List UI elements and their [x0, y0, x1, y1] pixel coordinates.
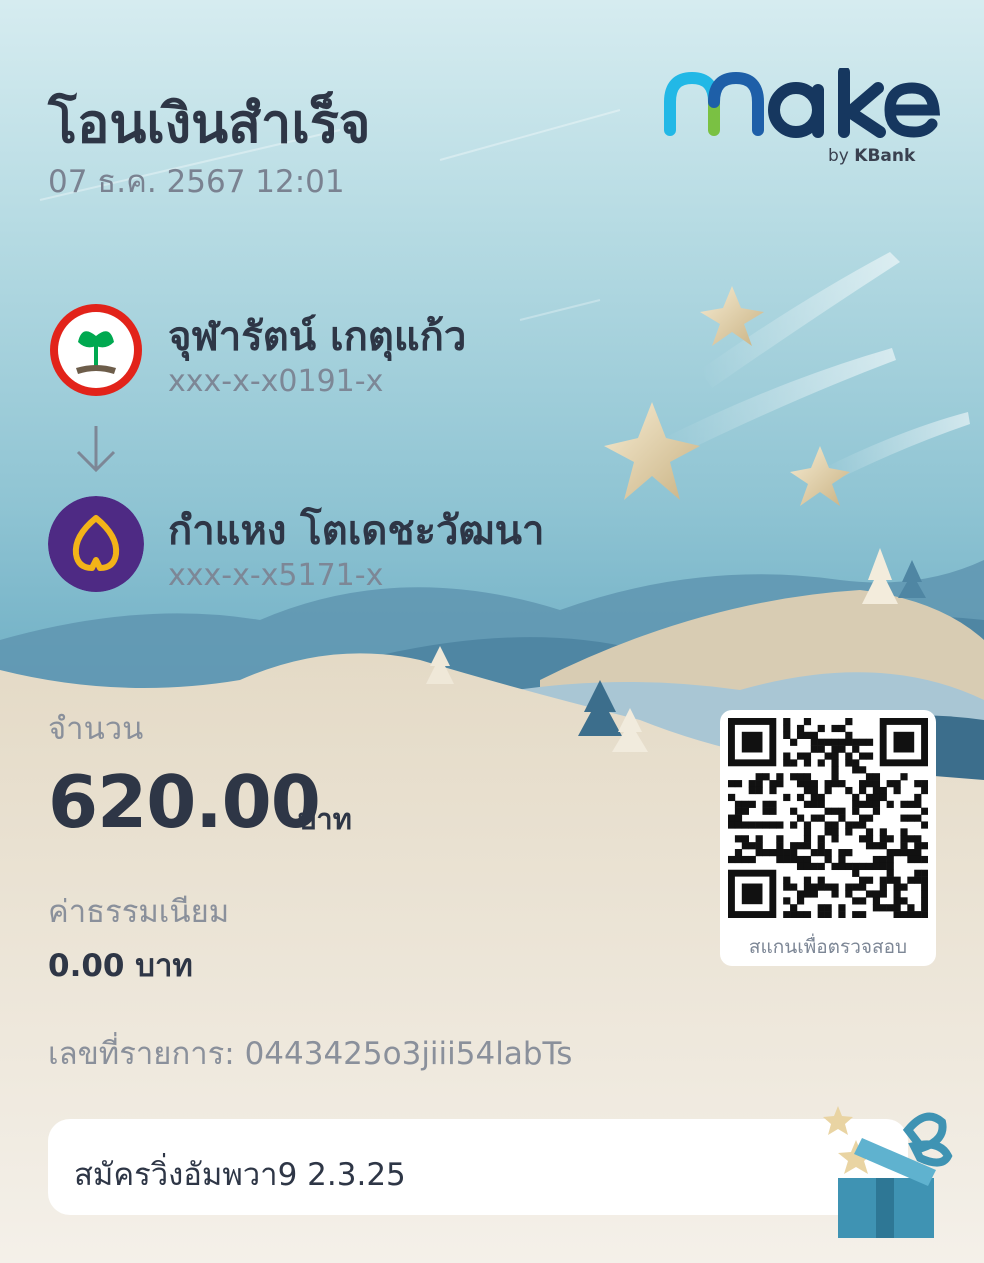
amount-value: 620.00 — [48, 760, 321, 844]
receiver-account: xxx-x-x5171-x — [168, 558, 384, 593]
page-title: โอนเงินสำเร็จ — [48, 92, 371, 155]
transaction-reference: เลขที่รายการ: 0443425o3jiii54labTs — [48, 1036, 573, 1072]
sender-account: xxx-x-x0191-x — [168, 364, 384, 399]
sender-name: จุฬารัตน์ เกตุแก้ว — [168, 314, 467, 360]
logo-bank-text: KBank — [854, 146, 916, 166]
amount-unit: บาท — [298, 802, 352, 836]
amount-label: จำนวน — [48, 711, 144, 747]
memo-box: สมัครวิ่งอัมพวา9 2.3.25 — [48, 1119, 908, 1215]
qr-code[interactable] — [728, 718, 928, 918]
scb-logo-icon — [48, 496, 144, 592]
fee-value: 0.00 บาท — [48, 948, 193, 984]
kbank-logo-icon — [50, 304, 142, 396]
logo-by-text: by — [828, 146, 849, 166]
qr-caption: สแกนเพื่อตรวจสอบ — [748, 936, 908, 958]
receiver-name: กำแหง โตเดชะวัฒนา — [168, 508, 545, 554]
fee-label: ค่าธรรมเนียม — [48, 894, 230, 930]
arrow-down-icon — [76, 426, 116, 473]
memo-text: สมัครวิ่งอัมพวา9 2.3.25 — [74, 1157, 406, 1193]
gift-box-icon — [823, 1106, 953, 1238]
transaction-datetime: 07 ธ.ค. 2567 12:01 — [48, 164, 345, 200]
verification-qr-card[interactable]: สแกนเพื่อตรวจสอบ — [720, 710, 936, 966]
logo-byline: by KBank — [828, 146, 915, 166]
make-logo — [664, 68, 940, 138]
